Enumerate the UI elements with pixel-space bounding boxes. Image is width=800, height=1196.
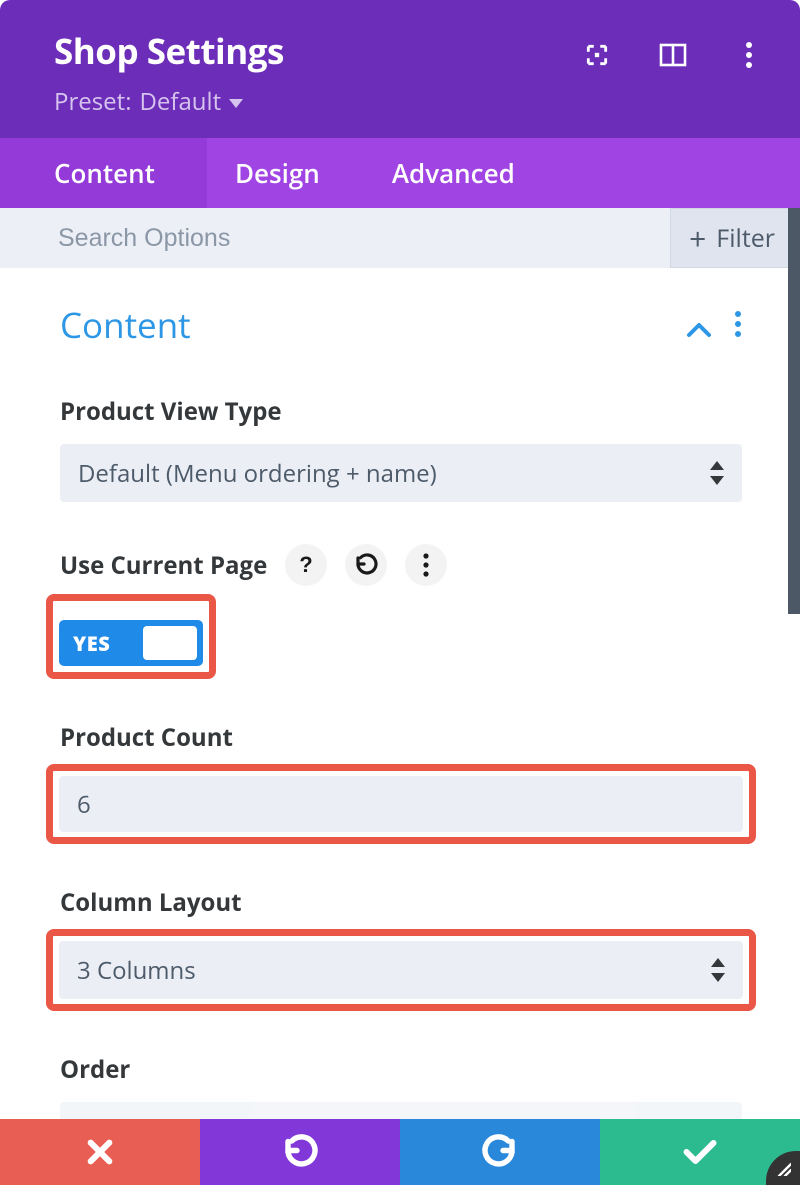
field-label: Product Count	[60, 721, 742, 754]
sort-arrows-icon	[710, 461, 724, 485]
filter-label: Filter	[716, 221, 775, 255]
highlight-frame: YES	[46, 594, 216, 679]
toggle-label: YES	[59, 630, 110, 657]
preset-value: Default	[140, 85, 222, 118]
tab-content[interactable]: Content	[0, 138, 207, 208]
scrollbar[interactable]	[788, 208, 800, 614]
preset-selector[interactable]: Preset: Default	[54, 85, 243, 118]
field-product-view-type: Product View Type Default (Menu ordering…	[60, 395, 742, 502]
search-input[interactable]	[0, 224, 670, 253]
section-header[interactable]: Content	[60, 302, 742, 349]
field-label-row: Use Current Page ?	[60, 544, 742, 586]
more-vert-icon[interactable]	[734, 40, 764, 70]
field-label: Order	[60, 1053, 742, 1086]
field-label: Product View Type	[60, 395, 742, 428]
section-title: Content	[60, 302, 191, 349]
help-icon[interactable]: ?	[285, 544, 327, 586]
more-vert-icon[interactable]	[734, 302, 742, 349]
field-product-count: Product Count 6	[60, 721, 742, 844]
toggle-knob	[143, 626, 197, 660]
cancel-button[interactable]	[0, 1119, 200, 1185]
svg-text:?: ?	[300, 553, 313, 577]
product-count-input[interactable]: 6	[59, 776, 743, 832]
product-view-type-select[interactable]: Default (Menu ordering + name)	[60, 444, 742, 502]
use-current-page-toggle[interactable]: YES	[59, 620, 203, 666]
field-use-current-page: Use Current Page ? YES	[60, 544, 742, 679]
panel-header: Shop Settings Preset: Default	[0, 0, 800, 138]
search-row: + Filter	[0, 208, 800, 268]
bottom-action-bar	[0, 1119, 800, 1185]
input-value: 6	[77, 788, 91, 821]
panel-body: + Filter Content Product View Type	[0, 208, 800, 1185]
chevron-down-icon	[229, 99, 243, 108]
settings-panel: Shop Settings Preset: Default	[0, 0, 800, 1196]
tab-design[interactable]: Design	[207, 138, 364, 208]
header-icon-row	[582, 40, 764, 70]
highlight-frame: 3 Columns	[46, 929, 756, 1011]
reset-icon[interactable]	[345, 544, 387, 586]
field-column-layout: Column Layout 3 Columns	[60, 886, 742, 1011]
fullscreen-icon[interactable]	[582, 40, 612, 70]
redo-button[interactable]	[400, 1119, 600, 1185]
highlight-frame: 6	[46, 764, 756, 844]
tab-advanced[interactable]: Advanced	[364, 138, 559, 208]
plus-icon: +	[689, 218, 706, 259]
filter-button[interactable]: + Filter	[670, 208, 800, 268]
section-content: Content Product View Type Default (Menu …	[0, 268, 800, 1160]
tab-bar: Content Design Advanced	[0, 138, 800, 208]
column-layout-select[interactable]: 3 Columns	[59, 941, 743, 999]
preset-label: Preset:	[54, 85, 132, 118]
undo-button[interactable]	[200, 1119, 400, 1185]
sort-arrows-icon	[711, 958, 725, 982]
field-label: Column Layout	[60, 886, 742, 919]
columns-icon[interactable]	[658, 40, 688, 70]
select-value: 3 Columns	[77, 954, 196, 987]
chevron-up-icon	[686, 302, 712, 349]
field-label: Use Current Page	[60, 549, 267, 582]
select-value: Default (Menu ordering + name)	[78, 457, 437, 490]
more-vert-icon[interactable]	[405, 544, 447, 586]
